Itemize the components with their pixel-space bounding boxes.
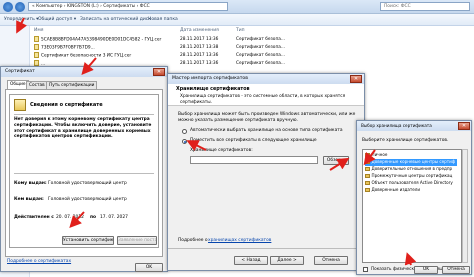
issued-to-value: Головной удостоверяющий центр	[48, 181, 127, 186]
explorer-toolbar: Упорядочить ▾ Общий доступ ▾ Записать на…	[0, 14, 474, 26]
store-item[interactable]: Личное	[365, 152, 387, 159]
certificate-icon	[14, 99, 26, 111]
divider	[14, 173, 154, 174]
show-physical-checkbox[interactable]	[363, 267, 368, 272]
explorer-titlebar: « Компьютер › KINGSTON (L:) › Сертификат…	[0, 0, 474, 14]
certificate-file-icon	[34, 52, 39, 58]
issued-to-label: Кому выдан:	[14, 181, 47, 186]
file-row[interactable]: 73E03F9B7F0BF7B7D9... 28.11.2017 13:38 С…	[34, 44, 474, 52]
folder-icon	[365, 160, 370, 164]
store-item[interactable]: Доверенные издатели	[365, 187, 420, 194]
next-button[interactable]: Далее >	[270, 256, 304, 265]
wizard-body-text: Выбор хранилища может быть произведен Wi…	[178, 112, 356, 123]
install-certificate-button[interactable]: Установить сертификат...	[62, 236, 114, 245]
issued-by-value: Головной удостоверяющий центр	[48, 197, 127, 202]
close-icon[interactable]: ✕	[458, 122, 470, 130]
auto-store-label: Автоматически выбрать хранилище на основ…	[190, 128, 343, 133]
address-bar[interactable]: « Компьютер › KINGSTON (L:) › Сертификат…	[28, 2, 228, 11]
browse-button[interactable]: Обзор...	[323, 156, 349, 165]
folder-icon	[365, 188, 370, 192]
file-row[interactable]: Сертификат безопасности 3 ИС ГУЦ.cer 28.…	[34, 52, 474, 60]
select-store-title: Выбор хранилища сертификата	[357, 121, 471, 131]
select-store-prompt: Выберите хранилище сертификатов.	[362, 138, 449, 143]
issued-by-label: Кем выдан:	[14, 197, 44, 202]
tab-certification-path[interactable]: Путь сертификации	[46, 81, 98, 89]
valid-to-label: по	[90, 215, 97, 220]
tab-details[interactable]: Состав	[26, 81, 48, 89]
wizard-step-description: Хранилища сертификатов - это системные о…	[180, 94, 346, 105]
certificate-info-box: Сведения о сертификате Нет доверия к это…	[9, 94, 159, 248]
divider	[168, 248, 364, 249]
close-icon[interactable]: ✕	[350, 75, 362, 83]
wizard-title: Мастер импорта сертификатов	[168, 74, 364, 84]
manual-store-label: Поместить все сертификаты в следующее хр…	[190, 138, 317, 143]
column-type[interactable]: Тип	[236, 28, 245, 33]
store-ok-button[interactable]: OK	[414, 266, 438, 274]
import-wizard-dialog: Мастер импорта сертификатов ✕ Хранилище …	[167, 73, 365, 271]
column-date[interactable]: Дата изменения	[180, 28, 219, 33]
search-input[interactable]: Поиск: ФСС	[380, 2, 470, 11]
file-row[interactable]: 5CAE8B8BFD04A47A5398490DE0D01DC4582 - ГУ…	[34, 36, 474, 44]
burn-button[interactable]: Записать на оптический диск	[80, 17, 151, 22]
store-field-label: Хранилище сертификатов:	[190, 148, 253, 153]
ok-button[interactable]: OK	[135, 263, 163, 272]
divider	[14, 114, 154, 115]
certificate-info-heading: Сведения о сертификате	[30, 102, 103, 108]
certificate-dialog: Сертификат ✕ Общие Состав Путь сертифика…	[0, 66, 168, 272]
folder-icon	[365, 167, 370, 171]
valid-to-value: 17. 07. 2027	[100, 215, 128, 220]
trust-warning-text: Нет доверия к этому корневому сертификат…	[14, 117, 152, 140]
store-item-trusted-root[interactable]: Доверенные корневые центры сертиф	[365, 159, 458, 166]
tree-scrollbar[interactable]	[462, 149, 468, 263]
folder-icon	[365, 153, 370, 157]
share-menu[interactable]: Общий доступ ▾	[38, 17, 76, 22]
cancel-button[interactable]: Отмена	[314, 256, 348, 265]
new-folder-button[interactable]: Новая папка	[148, 17, 178, 22]
store-item[interactable]: Промежуточные центры сертификац	[365, 173, 452, 180]
certificates-info-link[interactable]: Подробнее о сертификатах	[7, 259, 71, 264]
column-name[interactable]: Имя	[34, 28, 43, 33]
certificate-file-icon	[34, 44, 39, 50]
wizard-header: Хранилище сертификатов Хранилища сертифи…	[168, 84, 364, 106]
close-icon[interactable]: ✕	[153, 68, 165, 76]
certificate-file-icon	[34, 36, 39, 42]
wizard-step-title: Хранилище сертификатов	[176, 87, 250, 92]
valid-from-value: 20. 07. 2012	[56, 215, 84, 220]
wizard-more-text: Подробнее о	[178, 238, 208, 243]
forward-arrow-icon[interactable]	[15, 2, 25, 12]
store-cancel-button[interactable]: Отмена	[442, 266, 470, 274]
auto-store-radio[interactable]	[182, 129, 187, 134]
store-item[interactable]: Объект пользователя Active Directory	[365, 180, 453, 187]
organize-menu[interactable]: Упорядочить ▾	[4, 17, 38, 22]
store-input[interactable]	[190, 156, 318, 164]
issuer-statement-button: Заявление поставщика	[117, 236, 157, 245]
folder-icon	[365, 174, 370, 178]
certificate-dialog-title: Сертификат	[1, 67, 167, 77]
valid-from-label: Действителен с	[14, 215, 54, 220]
folder-icon	[365, 181, 370, 185]
manual-store-radio[interactable]	[182, 139, 187, 144]
store-item[interactable]: Доверительные отношения в предпр	[365, 166, 452, 173]
select-store-dialog: Выбор хранилища сертификата ✕ Выберите х…	[356, 120, 472, 275]
back-button[interactable]: < Назад	[234, 256, 268, 265]
stores-info-link[interactable]: хранилищах сертификатов	[208, 238, 271, 243]
back-arrow-icon[interactable]	[3, 2, 13, 12]
general-tab-panel: Сведения о сертификате Нет доверия к это…	[5, 89, 163, 257]
store-tree[interactable]: Личное Доверенные корневые центры сертиф…	[362, 149, 462, 263]
